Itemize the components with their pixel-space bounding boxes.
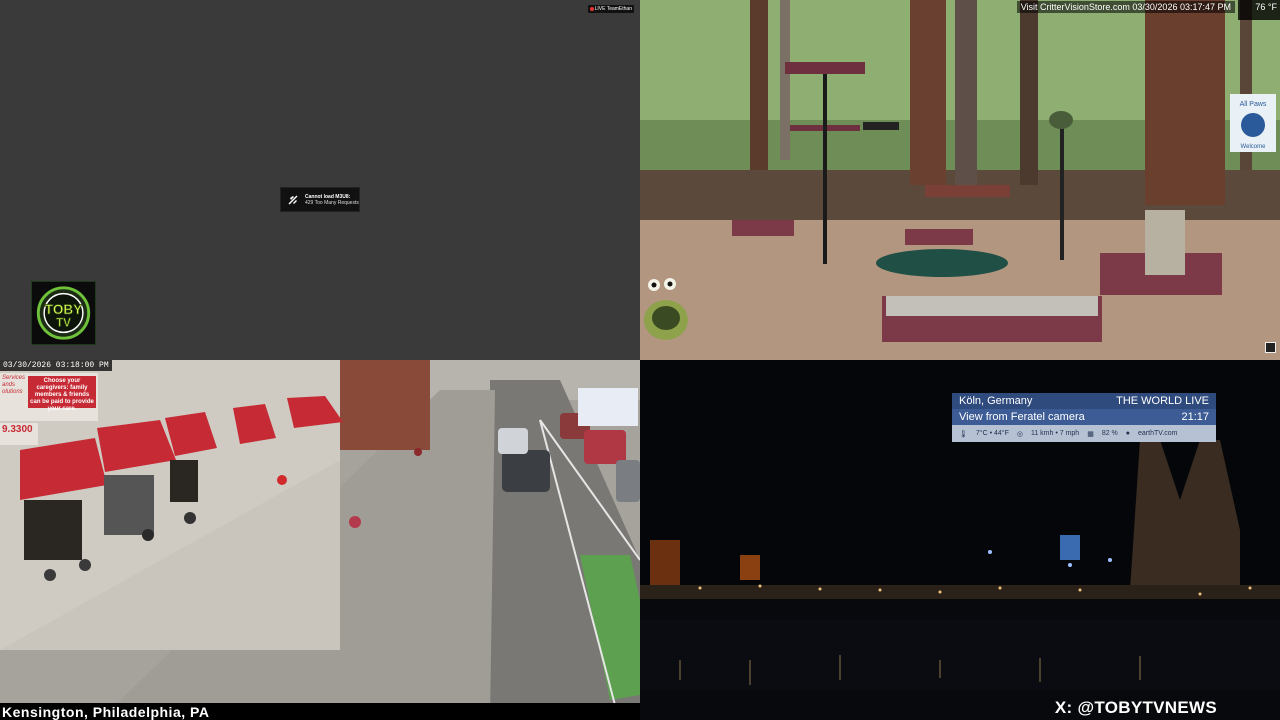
sign-message: Choose your caregivers: family members &…	[30, 378, 94, 412]
sign-message-panel: Choose your caregivers: family members &…	[28, 376, 96, 412]
social-handle: X: @TOBYTVNEWS	[1054, 698, 1217, 717]
video-tile-bottom-left[interactable]: 03/30/2026 03:18:00 PM Services ands olu…	[0, 360, 640, 720]
globe-icon: ●	[1125, 430, 1131, 437]
camera-timestamp: 03/30/2026 03:18:00 PM	[0, 360, 112, 371]
svg-text:TV: TV	[56, 317, 71, 330]
sign-line: Services	[2, 375, 26, 381]
world-live-info-panel: Köln, Germany THE WORLD LIVE View from F…	[952, 393, 1216, 442]
crittervision-logo-icon	[1265, 342, 1276, 353]
temperature: 76 °F	[1255, 2, 1277, 12]
crittervision-overlay: Visit CritterVisionStore.com 03/30/2026 …	[1016, 1, 1235, 13]
brand-label: THE WORLD LIVE	[1116, 395, 1209, 407]
video-tile-bottom-right[interactable]: Köln, Germany THE WORLD LIVE View from F…	[640, 360, 1280, 720]
live-dot-icon	[589, 6, 594, 11]
humidity-value: 82 %	[1101, 430, 1118, 437]
wind-icon: ◎	[1016, 430, 1023, 438]
svg-text:All Paws: All Paws	[1240, 101, 1267, 108]
sign-line: ands	[2, 382, 16, 388]
local-time: 21:17	[1181, 411, 1209, 423]
city-label: Köln, Germany	[959, 395, 1033, 407]
toby-tv-logo: TOBY TV	[31, 281, 96, 345]
weather-badge: 76 °F	[1238, 0, 1280, 20]
forest-feeder-scene: All Paws Welcome	[640, 0, 1280, 360]
storefront-sign: Services ands olutions Choose your careg…	[0, 373, 98, 421]
live-badge: LIVE TeamEthan	[587, 5, 634, 13]
wind-value: 11 kmh • 7 mph	[1030, 430, 1080, 437]
error-detail: 429 Too Many Requests	[305, 199, 359, 206]
temp-value: 7°C • 44°F	[975, 430, 1009, 437]
stream-error-message: Cannot load M3U8: 429 Too Many Requests	[280, 187, 360, 212]
video-tile-top-right[interactable]: All Paws Welcome Visit CritterVisionStor…	[640, 0, 1280, 360]
video-tile-top-left[interactable]: LIVE TeamEthan Cannot load M3U8: 429 Too…	[0, 0, 640, 360]
view-label: View from Feratel camera	[959, 411, 1085, 423]
site-label: earthTV.com	[1138, 430, 1178, 437]
svg-text:TOBY: TOBY	[45, 302, 82, 317]
sign-line: olutions	[2, 389, 23, 395]
humidity-icon: ▦	[1087, 430, 1094, 438]
broken-link-icon	[288, 195, 298, 204]
sign-phone: 9.3300	[0, 423, 38, 445]
live-badge-label: LIVE TeamEthan	[594, 6, 632, 12]
svg-text:Welcome: Welcome	[1241, 144, 1267, 150]
location-caption: Kensington, Philadelphia, PA	[0, 703, 640, 720]
thermometer-icon: 🌡	[959, 430, 968, 438]
